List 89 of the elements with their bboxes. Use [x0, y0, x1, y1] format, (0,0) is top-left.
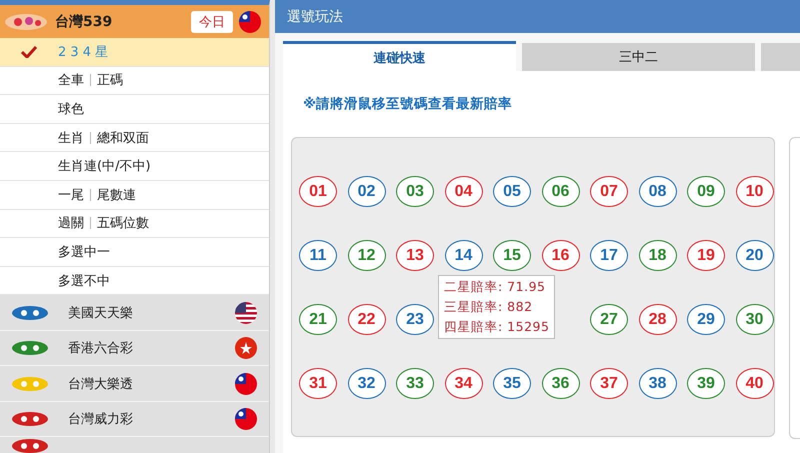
number-ball[interactable]: 09	[687, 176, 725, 207]
tab[interactable]: 連碰快速	[283, 41, 516, 71]
odds-text: 四星賠率: 15295	[444, 318, 550, 336]
number-ball[interactable]: 04	[444, 176, 482, 207]
flag-icon	[235, 337, 257, 360]
odds-text: 三星賠率: 882	[444, 298, 534, 316]
number-ball[interactable]: 32	[348, 368, 386, 399]
lottery-name: 台灣539	[55, 12, 114, 30]
check-icon	[21, 46, 37, 58]
current-lottery-header[interactable]: 台灣539 今日	[0, 5, 269, 38]
play-type-label: 多選中一	[58, 244, 110, 261]
lottery-logo-icon	[10, 374, 50, 393]
play-type-label: 生肖連(中/不中)	[58, 158, 151, 176]
lottery-item[interactable]: 美國天天樂	[0, 295, 269, 331]
number-ball[interactable]: 14	[444, 240, 482, 271]
lottery-logo-icon	[10, 304, 50, 322]
flag-icon	[235, 408, 257, 430]
number-ball[interactable]: 37	[590, 368, 628, 399]
hint-text: ※請將滑鼠移至號碼查看最新賠率	[303, 95, 514, 113]
number-ball[interactable]: 17	[590, 240, 628, 271]
tab[interactable]: 三中二	[522, 43, 756, 71]
number-ball[interactable]: 40	[736, 368, 774, 399]
number-ball[interactable]: 07	[590, 176, 628, 207]
number-ball[interactable]: 34	[444, 368, 482, 399]
play-type-item[interactable]: 多選中一	[0, 238, 269, 267]
play-type-label: 總和双面	[97, 130, 149, 147]
lottery-item[interactable]	[0, 437, 269, 453]
play-type-item[interactable]: 生肖連(中/不中)	[0, 152, 269, 181]
number-ball[interactable]: 16	[542, 240, 580, 271]
play-type-label: 正碼	[97, 72, 123, 90]
lottery-logo-icon	[10, 410, 50, 428]
number-ball[interactable]: 19	[687, 240, 725, 271]
number-ball[interactable]: 02	[348, 176, 386, 207]
number-ball[interactable]: 29	[687, 304, 725, 335]
lottery-item[interactable]: 台灣大樂透	[0, 366, 269, 402]
play-type-item[interactable]: 2 3 4 星	[0, 38, 269, 67]
flag-icon	[235, 372, 257, 395]
lottery-item[interactable]: 台灣威力彩	[0, 402, 269, 438]
number-ball[interactable]: 03	[396, 176, 434, 207]
number-ball[interactable]: 31	[299, 368, 337, 399]
play-type-label: 球色	[58, 100, 84, 118]
number-ball[interactable]: 08	[638, 176, 676, 207]
number-ball[interactable]: 36	[542, 368, 580, 399]
lottery-name: 美國天天樂	[68, 304, 134, 322]
play-type-item[interactable]: 生肖 總和双面	[0, 124, 269, 152]
play-type-label: 尾數連	[97, 186, 136, 204]
number-ball[interactable]: 20	[736, 240, 774, 271]
play-type-item[interactable]: 全車 正碼	[0, 66, 269, 96]
play-type-item[interactable]: 過關 五碼位數	[0, 210, 269, 238]
number-ball[interactable]: 11	[299, 240, 337, 271]
number-ball[interactable]: 28	[638, 304, 676, 335]
flag-icon	[239, 10, 261, 32]
number-ball[interactable]: 05	[493, 176, 531, 207]
number-ball[interactable]: 39	[687, 368, 725, 399]
play-type-label: 2 3 4 星	[58, 44, 108, 61]
lottery-name: 香港六合彩	[68, 340, 134, 358]
number-ball[interactable]: 10	[736, 176, 774, 207]
play-type-label: 多選不中	[58, 272, 110, 290]
lottery-item[interactable]: 香港六合彩	[0, 330, 269, 366]
number-ball[interactable]: 33	[396, 368, 434, 399]
play-type-label: 生肖	[58, 130, 84, 147]
number-ball[interactable]: 15	[493, 240, 531, 271]
odds-text: 二星賠率: 71.95	[444, 278, 546, 296]
today-badge[interactable]: 今日	[191, 10, 233, 32]
play-type-item[interactable]: 一尾 尾數連	[0, 180, 269, 210]
number-ball[interactable]: 12	[348, 240, 386, 271]
lottery-logo-icon	[10, 437, 50, 453]
flag-icon	[235, 302, 257, 324]
number-ball[interactable]: 22	[348, 304, 386, 335]
number-ball[interactable]: 35	[493, 368, 531, 399]
lottery-logo-icon	[10, 339, 50, 358]
number-ball[interactable]: 23	[396, 304, 434, 335]
section-title: 選號玩法	[275, 0, 800, 33]
play-type-label: 全車	[58, 72, 84, 90]
number-ball[interactable]: 30	[736, 304, 774, 335]
play-type-label: 一尾	[58, 186, 84, 204]
lottery-name: 台灣威力彩	[68, 411, 134, 428]
number-ball[interactable]: 06	[542, 176, 580, 207]
play-type-label: 五碼位數	[97, 215, 149, 232]
number-ball[interactable]: 38	[638, 368, 676, 399]
lottery-name: 台灣大樂透	[68, 376, 134, 393]
number-ball[interactable]: 01	[299, 176, 337, 207]
number-ball[interactable]: 18	[638, 240, 676, 271]
number-ball[interactable]: 27	[590, 304, 628, 335]
play-type-label: 過關	[58, 215, 84, 232]
play-type-item[interactable]: 球色	[0, 95, 269, 124]
number-ball[interactable]: 21	[299, 304, 337, 335]
lottery-logo-icon	[4, 12, 49, 32]
number-ball[interactable]: 13	[396, 240, 434, 271]
